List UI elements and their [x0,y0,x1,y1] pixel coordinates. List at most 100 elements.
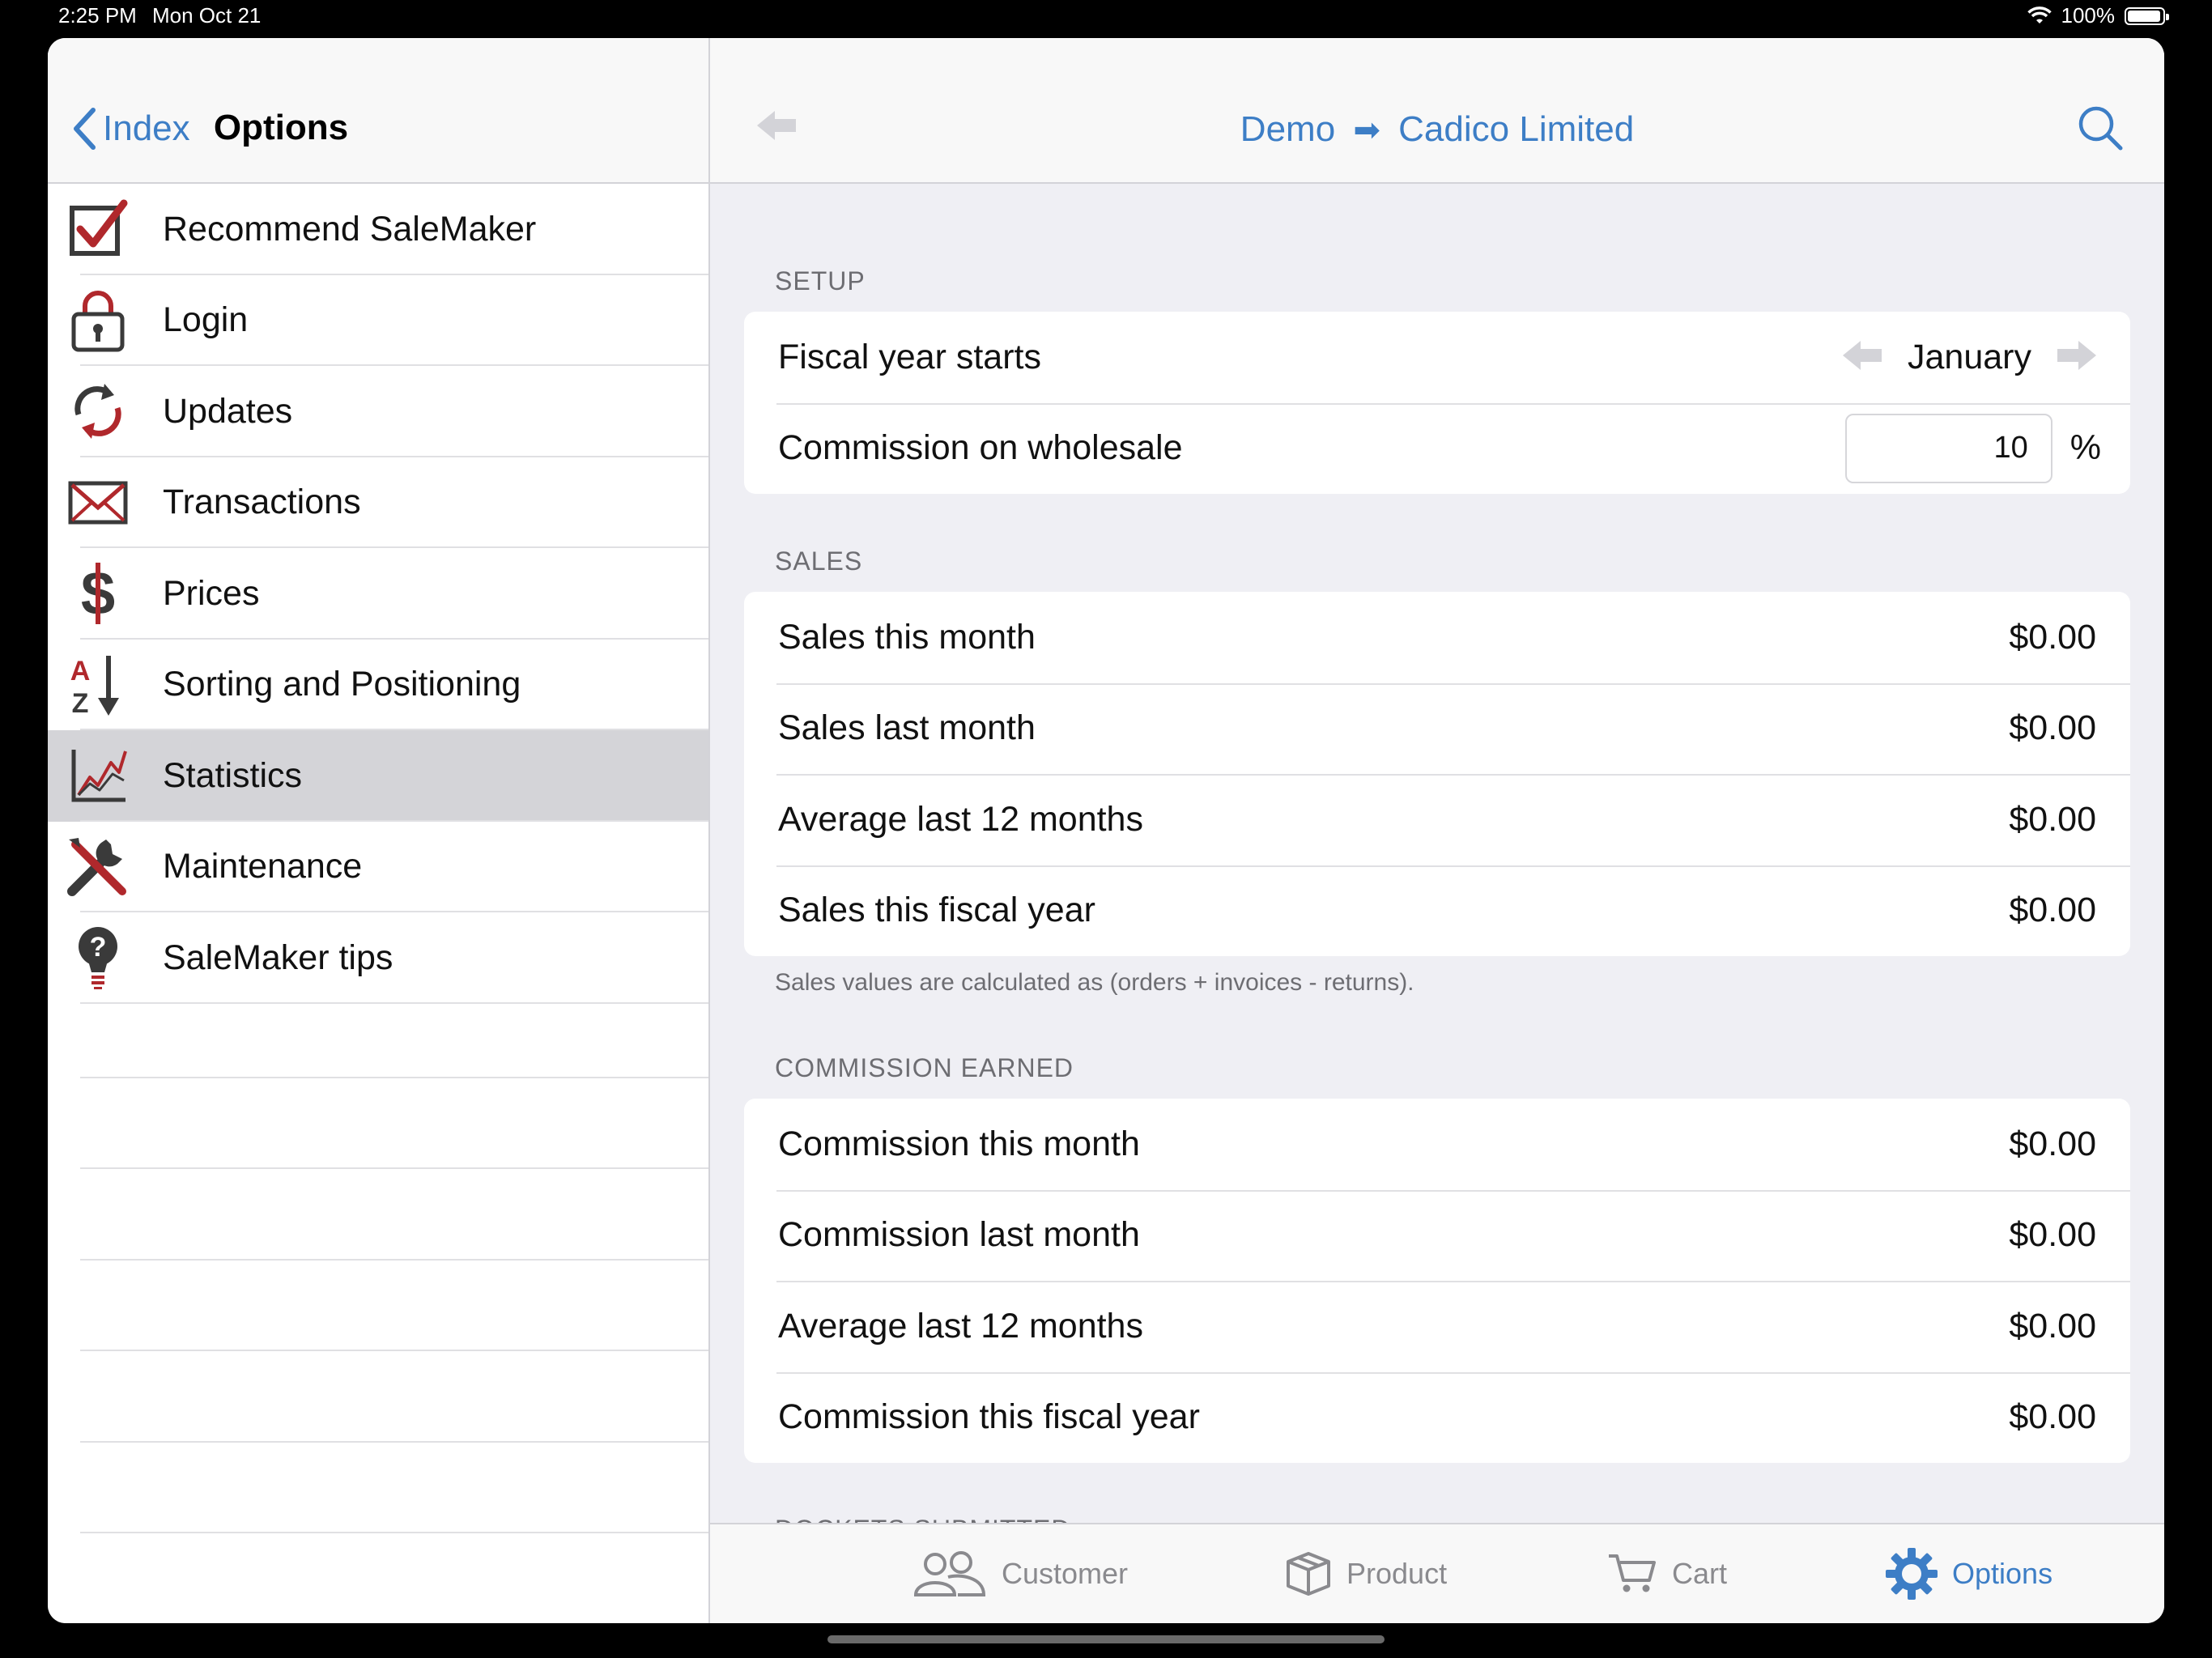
home-indicator[interactable] [827,1635,1385,1643]
chart-icon [66,743,130,808]
previous-month-icon[interactable] [1841,339,1883,376]
sidebar-item-label: Recommend SaleMaker [163,209,537,249]
status-date: Mon Oct 21 [152,3,262,28]
sales-row-label: Sales this month [778,617,1036,657]
svg-text:A: A [70,656,91,687]
sidebar-title: Options [213,108,349,147]
wifi-icon [2027,6,2052,23]
commission-rate-control: % [1844,413,2101,483]
battery-icon [2125,6,2169,25]
section-header-sales: SALES [775,546,863,576]
fiscal-year-row: Fiscal year starts January [744,312,2130,403]
svg-text:?: ? [90,932,107,963]
sales-row-label: Sales last month [778,708,1036,748]
tab-label: Product [1346,1557,1448,1590]
tools-icon [66,835,130,899]
arrow-right-icon: ➡ [1353,113,1380,148]
section-header-setup: SETUP [775,266,866,295]
sales-card: Sales this month $0.00 Sales last month … [744,592,2130,956]
sidebar-item-updates[interactable]: Updates [48,366,708,457]
breadcrumb-customer[interactable]: Cadico Limited [1398,109,1634,149]
statistics-content: SETUP Fiscal year starts January Commiss… [710,184,2164,1560]
tab-label: Customer [1002,1557,1129,1590]
battery-percent: 100% [2061,3,2116,28]
app-window: Index Options Recommend SaleMaker Login … [48,38,2164,1623]
sales-row: Sales this month $0.00 [744,592,2130,683]
commission-row: Commission last month $0.00 [744,1189,2130,1282]
tab-options[interactable]: Options [1886,1524,2052,1623]
breadcrumb-demo[interactable]: Demo [1240,109,1335,149]
commission-rate-row: Commission on wholesale % [744,402,2130,495]
commission-row-label: Commission this month [778,1124,1140,1163]
sales-row-value: $0.00 [2009,799,2096,839]
svg-text:Z: Z [72,688,89,717]
sidebar-empty-rows [48,987,708,1623]
sidebar-item-label: Updates [163,391,293,431]
customers-icon [913,1551,986,1596]
tab-cart[interactable]: Cart [1607,1524,1727,1623]
fiscal-year-label: Fiscal year starts [778,337,1041,376]
tab-label: Options [1952,1557,2053,1590]
sales-row: Sales last month $0.00 [744,682,2130,775]
sales-row-label: Average last 12 months [778,799,1143,839]
sidebar-item-label: Statistics [163,755,303,795]
sales-row: Sales this fiscal year $0.00 [744,865,2130,957]
sidebar-item-label: Transactions [163,483,361,522]
empty-row [48,1169,708,1261]
box-icon [1287,1552,1330,1596]
commission-rate-input[interactable] [1844,413,2052,483]
sidebar-item-prices[interactable]: $ Prices [48,548,708,640]
sidebar-item-sorting[interactable]: A Z Sorting and Positioning [48,640,708,731]
empty-row [48,1351,708,1443]
setup-card: Fiscal year starts January Commission on… [744,312,2130,494]
commission-row-label: Commission this fiscal year [778,1397,1200,1437]
tab-label: Cart [1672,1557,1728,1590]
sidebar-item-label: Prices [163,573,260,613]
sidebar-item-login[interactable]: Login [48,275,708,367]
sidebar-item-label: Sorting and Positioning [163,665,521,704]
sidebar-navbar: Index Options [48,38,708,184]
sidebar-item-statistics[interactable]: Statistics [48,730,708,822]
sidebar-item-label: Maintenance [163,847,363,886]
commission-row-label: Average last 12 months [778,1306,1143,1346]
sales-row-label: Sales this fiscal year [778,891,1095,930]
commission-row-value: $0.00 [2009,1306,2096,1346]
tab-bar: Customer Product Cart Options [710,1523,2164,1623]
status-right: 100% [2027,3,2169,28]
tab-product[interactable]: Product [1285,1524,1447,1623]
breadcrumb: Demo ➡ Cadico Limited [710,109,2164,150]
sales-row-value: $0.00 [2009,617,2096,657]
sidebar: Index Options Recommend SaleMaker Login … [48,38,710,1623]
sidebar-item-transactions[interactable]: Transactions [48,457,708,549]
commission-row-label: Commission last month [778,1215,1140,1255]
lightbulb-question-icon: ? [66,925,130,990]
commission-rate-label: Commission on wholesale [778,428,1183,468]
commission-row-value: $0.00 [2009,1215,2096,1255]
month-picker: January [1841,338,2098,377]
commission-row-value: $0.00 [2009,1124,2096,1163]
sidebar-item-maintenance[interactable]: Maintenance [48,822,708,913]
main-navbar: Demo ➡ Cadico Limited [710,38,2164,184]
tab-customer[interactable]: Customer [912,1524,1128,1623]
sidebar-item-recommend[interactable]: Recommend SaleMaker [48,184,708,275]
fiscal-month-value: January [1908,337,2031,376]
main-panel: Demo ➡ Cadico Limited SETUP Fiscal year … [710,38,2164,1623]
sales-row: Average last 12 months $0.00 [744,774,2130,865]
next-month-icon[interactable] [2056,339,2098,376]
dollar-icon: $ [66,561,130,626]
lock-icon [66,288,130,353]
commission-row: Commission this month $0.00 [744,1099,2130,1190]
percent-sign: % [2069,428,2101,468]
status-time: 2:25 PM [58,3,137,28]
gear-icon [1886,1548,1938,1600]
search-icon[interactable] [2077,104,2124,155]
checkbox-icon [66,197,130,261]
sales-row-value: $0.00 [2009,891,2096,930]
empty-row [48,1443,708,1534]
sales-row-value: $0.00 [2009,708,2096,748]
sort-az-icon: A Z [66,653,130,717]
empty-row [48,1261,708,1352]
refresh-icon [66,379,130,444]
commission-row: Average last 12 months $0.00 [744,1281,2130,1372]
status-bar: 2:25 PM Mon Oct 21 100% [0,0,2212,36]
